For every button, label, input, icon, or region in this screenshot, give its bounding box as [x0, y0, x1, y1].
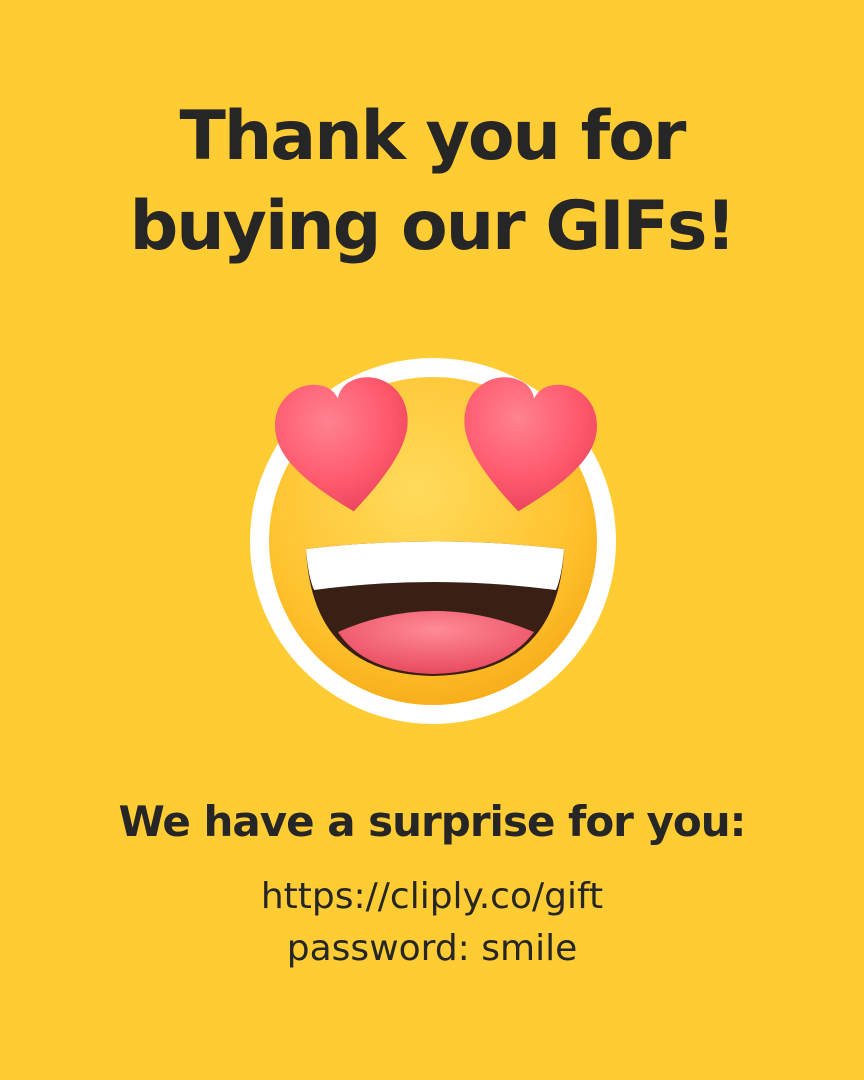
surprise-heading: We have a surprise for you:	[118, 797, 747, 846]
gift-password: password: smile	[286, 928, 578, 969]
heart-eyes-face-icon	[246, 354, 620, 724]
gift-link[interactable]: https://cliply.co/gift	[0, 872, 864, 922]
page-title: Thank you for buying our GIFs!	[0, 92, 864, 272]
title-line-1: Thank you for	[179, 97, 687, 176]
title-line-2: buying our GIFs!	[129, 187, 737, 266]
